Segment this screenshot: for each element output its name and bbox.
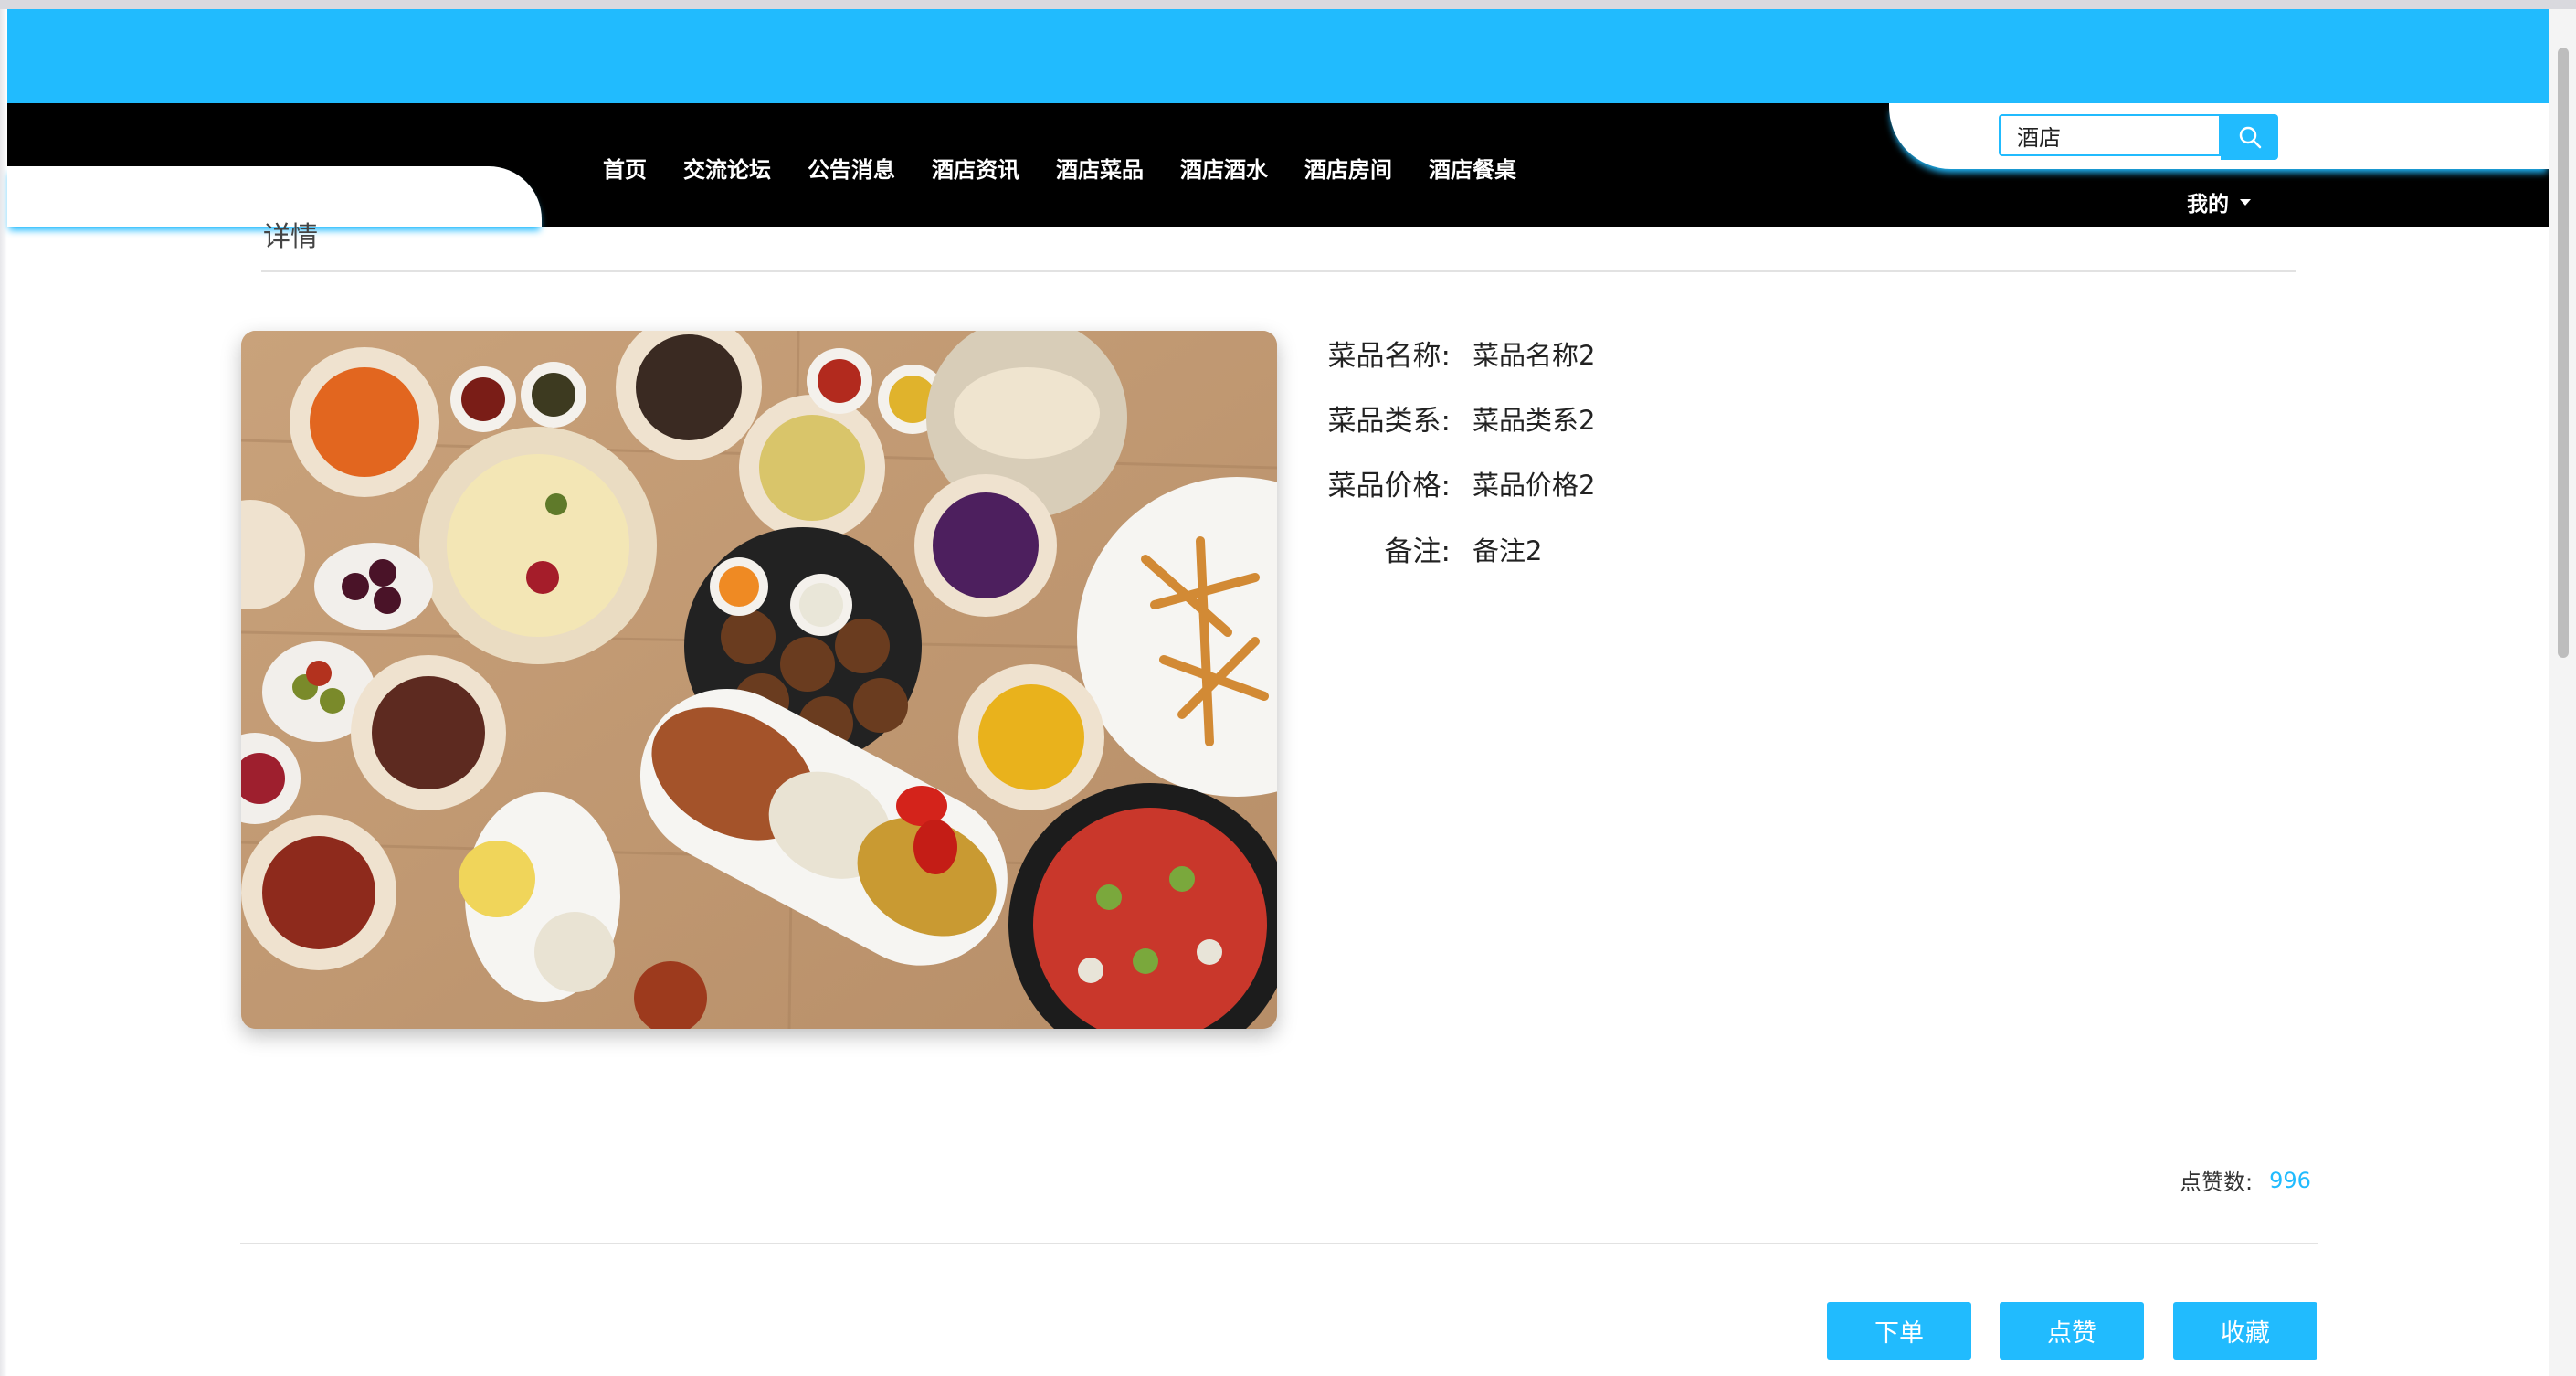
search-icon: [2239, 126, 2261, 149]
nav-item-hotel-tables[interactable]: 酒店餐桌: [1429, 152, 1516, 188]
header-left-tab: [7, 166, 542, 227]
like-count: 点赞数: 996: [2180, 1164, 2311, 1196]
remark-label: 备注:: [1384, 535, 1451, 568]
like-button[interactable]: 点赞: [2000, 1302, 2144, 1360]
like-count-label: 点赞数:: [2180, 1170, 2254, 1195]
page-scrollbar-thumb[interactable]: [2558, 48, 2569, 658]
browser-top-strip: [0, 0, 2576, 9]
dish-image: [241, 331, 1277, 1029]
dish-name-value: 菜品名称2: [1473, 339, 1596, 371]
order-button[interactable]: 下单: [1827, 1302, 1971, 1360]
field-row-remark: 备注: 备注2: [1315, 528, 1543, 569]
page-title: 详情: [263, 221, 318, 253]
nav-item-hotel-dishes[interactable]: 酒店菜品: [1056, 152, 1144, 188]
nav-item-hotel-news[interactable]: 酒店资讯: [932, 152, 1019, 188]
nav-item-home[interactable]: 首页: [603, 152, 647, 188]
remark-value: 备注2: [1473, 535, 1543, 566]
nav-item-hotel-rooms[interactable]: 酒店房间: [1304, 152, 1392, 188]
nav-item-forum[interactable]: 交流论坛: [683, 152, 771, 188]
user-menu-label: 我的: [2187, 193, 2229, 217]
field-row-dish-name: 菜品名称: 菜品名称2: [1315, 333, 1596, 374]
nav-item-hotel-drinks[interactable]: 酒店酒水: [1180, 152, 1268, 188]
dish-price-label: 菜品价格:: [1327, 470, 1451, 503]
left-edge-shadow: [0, 9, 7, 1376]
nav-item-announcements[interactable]: 公告消息: [808, 152, 895, 188]
search-button[interactable]: [2221, 114, 2278, 160]
user-menu[interactable]: 我的: [2187, 185, 2251, 218]
dish-price-value: 菜品价格2: [1473, 469, 1596, 501]
header-top-band: [7, 9, 2549, 103]
bottom-divider: [240, 1243, 2318, 1244]
dish-category-value: 菜品类系2: [1473, 404, 1596, 436]
field-row-dish-price: 菜品价格: 菜品价格2: [1315, 462, 1596, 503]
dish-name-label: 菜品名称:: [1327, 340, 1451, 373]
dish-category-label: 菜品类系:: [1327, 405, 1451, 438]
like-count-value: 996: [2269, 1167, 2311, 1193]
favorite-button[interactable]: 收藏: [2173, 1302, 2317, 1360]
search-input[interactable]: [1999, 114, 2221, 156]
title-divider: [261, 270, 2296, 272]
field-row-dish-category: 菜品类系: 菜品类系2: [1315, 397, 1596, 439]
main-nav-menu: 首页 交流论坛 公告消息 酒店资讯 酒店菜品 酒店酒水 酒店房间 酒店餐桌: [603, 152, 1516, 188]
caret-down-icon: [2240, 198, 2251, 206]
